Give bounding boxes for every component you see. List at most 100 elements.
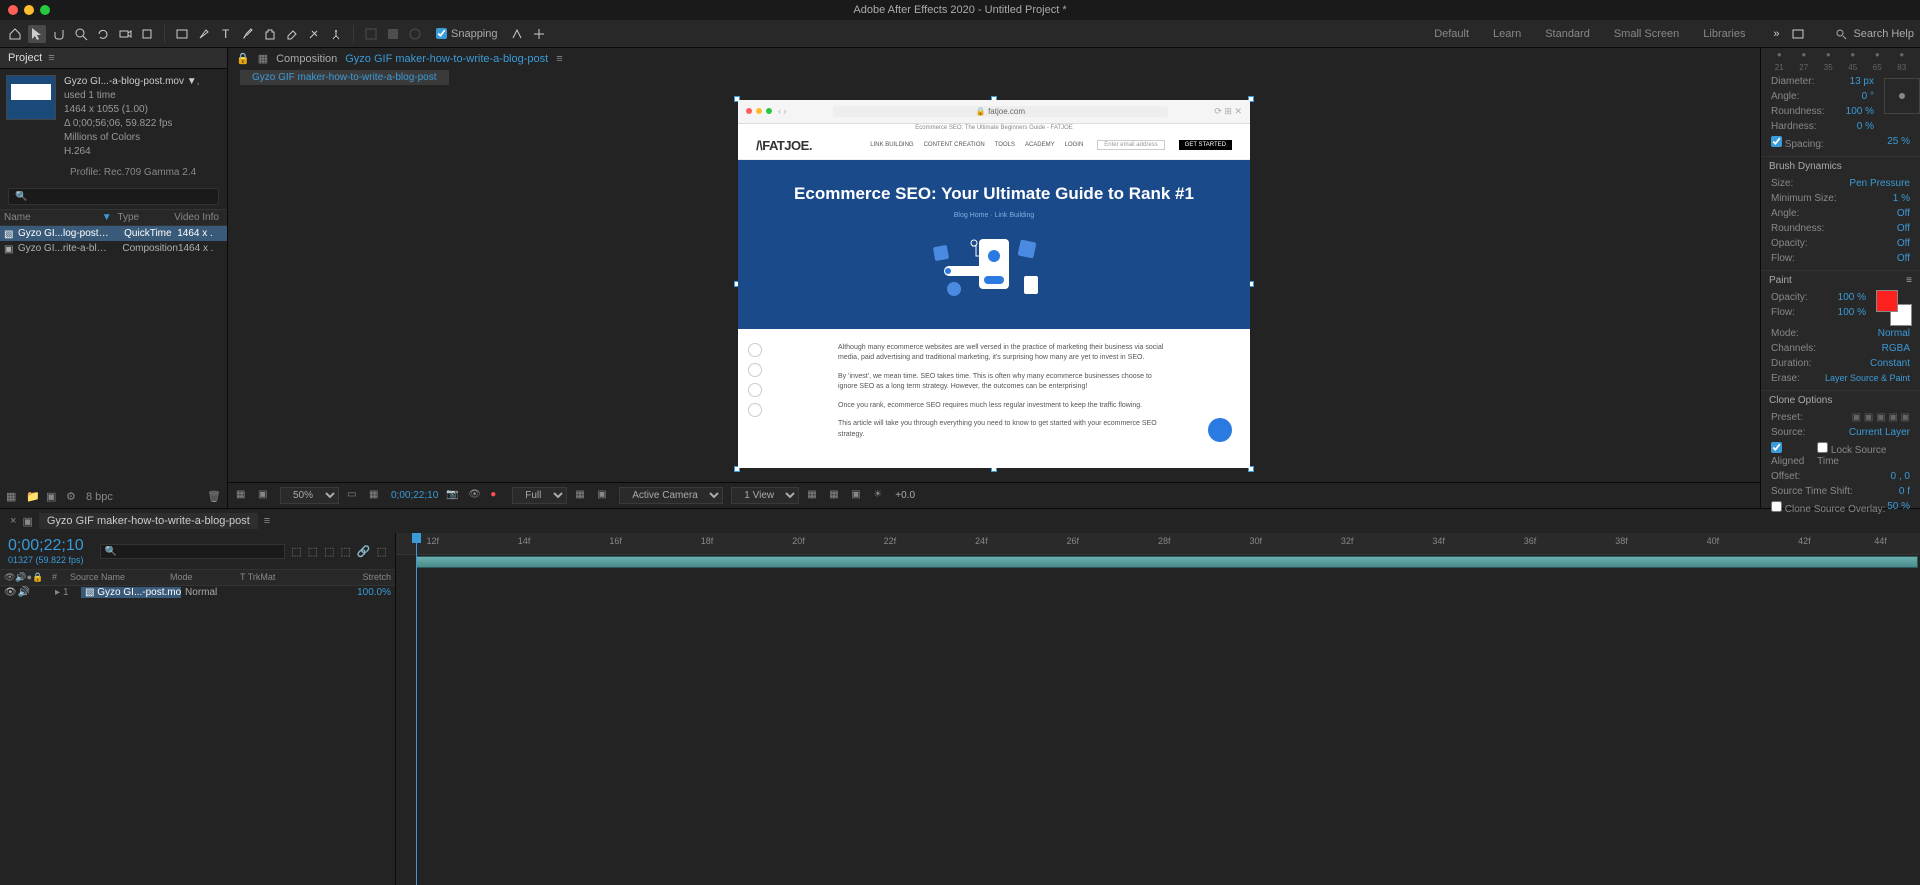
paint-flow-value[interactable]: 100 %	[1838, 307, 1866, 318]
col-type[interactable]: Type	[117, 212, 174, 223]
roto-brush-tool[interactable]	[305, 25, 323, 43]
source-header[interactable]: Source Name	[70, 572, 170, 583]
panel-menu-icon[interactable]: ≡	[264, 515, 270, 527]
resolution-icon[interactable]: ▭	[347, 489, 361, 503]
flowchart-icon[interactable]: ▦	[258, 52, 268, 65]
snap-option-icon[interactable]	[508, 25, 526, 43]
dyn-angle-value[interactable]: Off	[1897, 208, 1910, 219]
mask-mode-icon-2[interactable]	[384, 25, 402, 43]
brush-presets[interactable]: ●●●●●●	[1761, 48, 1920, 61]
canvas-selection[interactable]: ‹ › 🔒 fatjoe.com ⟳ ⊞ ✕ Ecommerce SEO: Th…	[738, 100, 1250, 468]
tl-option-icon[interactable]: 🔗	[357, 545, 371, 558]
text-tool[interactable]: T	[217, 25, 235, 43]
comp-crumb-item[interactable]: Gyzo GIF maker-how-to-write-a-blog-post	[240, 70, 449, 85]
clone-source-value[interactable]: Current Layer	[1849, 427, 1910, 438]
delete-icon[interactable]: 🗑	[207, 490, 221, 504]
viewer[interactable]: ‹ › 🔒 fatjoe.com ⟳ ⊞ ✕ Ecommerce SEO: Th…	[228, 85, 1760, 482]
hand-tool[interactable]	[50, 25, 68, 43]
new-comp-icon[interactable]: ▣	[46, 490, 60, 504]
home-icon[interactable]	[6, 25, 24, 43]
channel-icon[interactable]: ▦	[369, 489, 383, 503]
dyn-size-value[interactable]: Pen Pressure	[1849, 178, 1910, 189]
mask-toggle-icon[interactable]: ▦	[236, 489, 250, 503]
paint-erase-value[interactable]: Layer Source & Paint	[1825, 373, 1910, 384]
stretch-header[interactable]: Stretch	[331, 572, 391, 583]
timecode[interactable]: 0;00;22;10 01327 (59.822 fps)	[0, 533, 92, 569]
close-window[interactable]	[8, 5, 18, 15]
spacing-toggle[interactable]: Spacing:	[1771, 136, 1824, 150]
tl-option-icon[interactable]: ⬚	[324, 545, 334, 558]
hardness-value[interactable]: 0 %	[1857, 121, 1874, 132]
foreground-color[interactable]	[1876, 290, 1898, 312]
twirl-icon[interactable]: ▸	[55, 587, 60, 598]
paint-opacity-value[interactable]: 100 %	[1838, 292, 1866, 303]
exposure-value[interactable]: +0.0	[895, 490, 915, 501]
bpc-label[interactable]: 8 bpc	[86, 491, 113, 503]
pan-behind-tool[interactable]	[138, 25, 156, 43]
brush-tool[interactable]	[239, 25, 257, 43]
paint-mode-value[interactable]: Normal	[1878, 328, 1910, 339]
interpret-footage-icon[interactable]: ▦	[6, 490, 20, 504]
new-folder-icon[interactable]: 📁	[26, 490, 40, 504]
dyn-roundness-value[interactable]: Off	[1897, 223, 1910, 234]
clone-preset-icons[interactable]: ▣ ▣ ▣ ▣ ▣	[1852, 412, 1910, 423]
resolution-select[interactable]: Full	[512, 487, 567, 504]
roi-icon[interactable]: ▣	[258, 489, 272, 503]
clone-stamp-tool[interactable]	[261, 25, 279, 43]
3d-icon[interactable]: ▣	[597, 489, 611, 503]
rect-tool[interactable]	[173, 25, 191, 43]
workspace-standard[interactable]: Standard	[1545, 28, 1590, 40]
mask-mode-icon-3[interactable]	[406, 25, 424, 43]
col-name[interactable]: Name	[4, 212, 102, 223]
color-mgmt-icon[interactable]: ●	[490, 489, 504, 503]
playhead[interactable]	[416, 533, 417, 885]
aligned-toggle[interactable]: Aligned	[1771, 442, 1817, 467]
snap-option-icon-2[interactable]	[530, 25, 548, 43]
selection-tool[interactable]	[28, 25, 46, 43]
tl-option-icon[interactable]: ⬚	[377, 545, 387, 558]
tl-option-icon[interactable]: ⬚	[291, 545, 301, 558]
exposure-icon[interactable]: ☀	[873, 489, 887, 503]
fast-preview-icon[interactable]: ▦	[807, 489, 821, 503]
workspace-learn[interactable]: Learn	[1493, 28, 1521, 40]
current-time[interactable]: 0;00;22;10	[391, 490, 438, 501]
color-swatches[interactable]	[1876, 290, 1912, 326]
project-settings-icon[interactable]: ⚙	[66, 490, 80, 504]
camera-select[interactable]: Active Camera	[619, 487, 723, 504]
timeline-search-input[interactable]	[100, 544, 286, 559]
angle-value[interactable]: 0 °	[1862, 91, 1874, 102]
project-search-input[interactable]	[8, 188, 219, 205]
lock-icon[interactable]: 🔒	[236, 52, 250, 65]
zoom-tool[interactable]	[72, 25, 90, 43]
comp-name[interactable]: Gyzo GIF maker-how-to-write-a-blog-post	[345, 53, 548, 65]
dyn-flow-value[interactable]: Off	[1897, 253, 1910, 264]
minimize-window[interactable]	[24, 5, 34, 15]
diameter-value[interactable]: 13 px	[1850, 76, 1874, 87]
show-snapshot-icon[interactable]: 👁	[468, 489, 482, 503]
lock-source-toggle[interactable]: Lock Source Time	[1817, 442, 1910, 467]
zoom-select[interactable]: 50%	[280, 487, 339, 504]
roundness-value[interactable]: 100 %	[1846, 106, 1874, 117]
trkmat-header[interactable]: TrkMat	[248, 572, 276, 582]
snapping-toggle[interactable]: Snapping	[436, 28, 498, 40]
timeline-tracks[interactable]: 12f 14f 16f 18f 20f 22f 24f 26f 28f 30f …	[396, 533, 1920, 885]
tl-option-icon[interactable]: ⬚	[340, 545, 350, 558]
paint-channels-value[interactable]: RGBA	[1882, 343, 1910, 354]
rotate-tool[interactable]	[94, 25, 112, 43]
clone-offset-value[interactable]: 0 , 0	[1891, 471, 1910, 482]
guides-icon[interactable]: ▣	[851, 489, 865, 503]
pen-tool[interactable]	[195, 25, 213, 43]
maximize-window[interactable]	[40, 5, 50, 15]
project-tab[interactable]: Project ≡	[0, 48, 227, 69]
layer-stretch[interactable]: 100.0%	[331, 587, 391, 598]
puppet-tool[interactable]	[327, 25, 345, 43]
camera-tool[interactable]	[116, 25, 134, 43]
snapshot-icon[interactable]: 📷	[446, 489, 460, 503]
panel-menu-icon[interactable]: ≡	[1906, 275, 1912, 286]
workspace-reset-icon[interactable]	[1789, 25, 1807, 43]
spacing-value[interactable]: 25 %	[1887, 136, 1910, 150]
audio-toggle[interactable]: 🔊	[18, 587, 30, 598]
dyn-minsize-value[interactable]: 1 %	[1893, 193, 1910, 204]
tl-option-icon[interactable]: ⬚	[308, 545, 318, 558]
panel-menu-icon[interactable]: ≡	[48, 52, 54, 64]
